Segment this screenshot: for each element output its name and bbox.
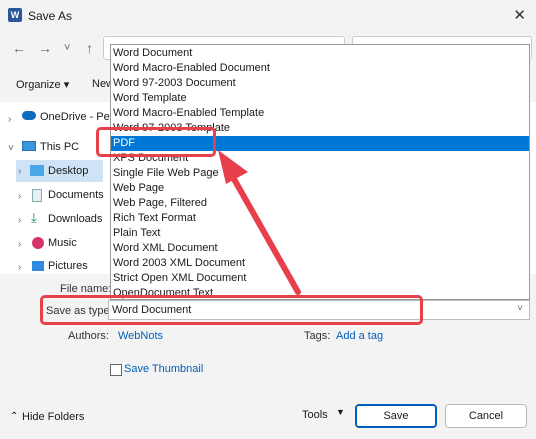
- annotation-arrow: [218, 150, 301, 295]
- annotation-arrow-head: [218, 150, 248, 184]
- annotation-arrow-shaft: [227, 169, 301, 295]
